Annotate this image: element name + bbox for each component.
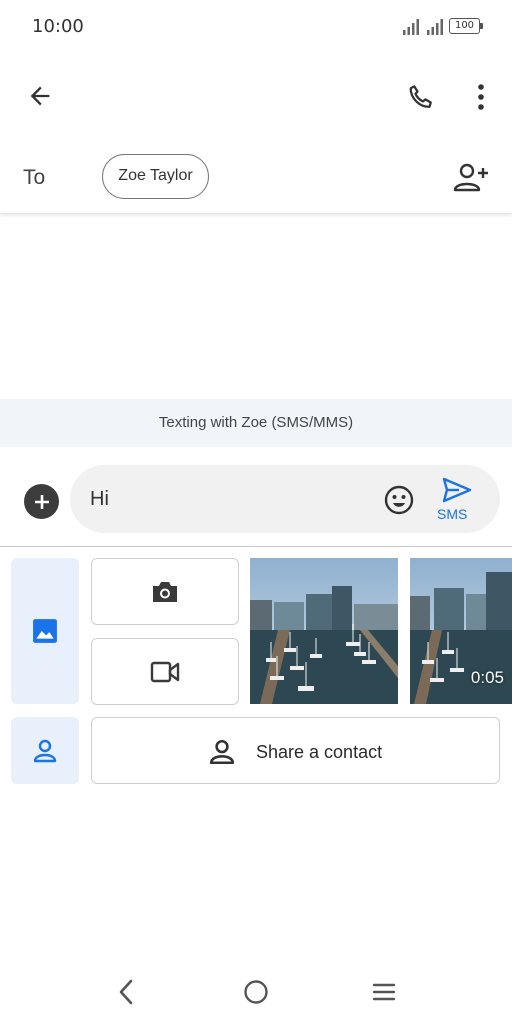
send-button[interactable] [437, 473, 477, 507]
message-text: Hi [90, 488, 109, 510]
add-recipient-button[interactable] [448, 158, 494, 198]
compose-row: Hi [0, 465, 512, 535]
nav-back-button[interactable] [106, 972, 146, 1012]
recipient-chip[interactable]: Zoe Taylor [102, 154, 209, 199]
nav-home-button[interactable] [236, 972, 276, 1012]
emoji-button[interactable] [381, 482, 417, 518]
add-attachment-button[interactable] [24, 484, 59, 519]
send-icon [442, 477, 472, 503]
nav-back-icon [119, 979, 133, 1005]
conversation-area [0, 215, 512, 399]
signal-icon [403, 19, 419, 35]
person-icon [33, 739, 57, 762]
back-button[interactable] [20, 76, 60, 116]
emoji-icon [384, 485, 414, 515]
phone-icon [409, 85, 432, 108]
contact-tab[interactable] [11, 717, 79, 784]
add-person-icon [453, 163, 488, 192]
status-time: 10:00 [32, 16, 84, 37]
marina-photo [250, 558, 398, 704]
gallery-photo[interactable] [250, 558, 398, 704]
status-bar: 10:00 100 [0, 0, 512, 54]
to-label: To [23, 166, 46, 189]
send-sms-label[interactable]: SMS [437, 506, 467, 522]
divider [0, 546, 512, 547]
call-button[interactable] [400, 76, 442, 118]
top-toolbar [0, 60, 512, 136]
nav-menu-button[interactable] [364, 972, 404, 1012]
signal-icon [427, 19, 443, 35]
plus-circle-icon [34, 494, 49, 509]
arrow-back-icon [30, 86, 50, 106]
more-vert-icon [478, 84, 484, 110]
gallery-video[interactable]: 0:05 [410, 558, 512, 704]
image-icon [33, 619, 57, 643]
battery-tip [480, 23, 483, 29]
system-nav-bar [0, 960, 512, 1024]
message-input[interactable]: Hi [70, 465, 500, 533]
person-icon [209, 739, 235, 765]
videocam-icon [150, 661, 180, 682]
share-contact-button[interactable]: Share a contact [91, 717, 500, 784]
more-options-button[interactable] [466, 76, 496, 118]
battery-level: 100 [449, 18, 480, 34]
share-contact-label: Share a contact [256, 742, 383, 762]
recipient-row: To Zoe Taylor [0, 140, 512, 214]
camera-icon [153, 581, 177, 602]
gallery-tab[interactable] [11, 558, 79, 704]
video-duration: 0:05 [470, 668, 504, 687]
nav-home-icon [244, 980, 268, 1004]
nav-menu-icon [372, 983, 396, 1001]
camera-button[interactable] [91, 558, 239, 625]
texting-banner: Texting with Zoe (SMS/MMS) [0, 399, 512, 447]
battery-icon: 100 [449, 18, 483, 34]
video-button[interactable] [91, 638, 239, 705]
